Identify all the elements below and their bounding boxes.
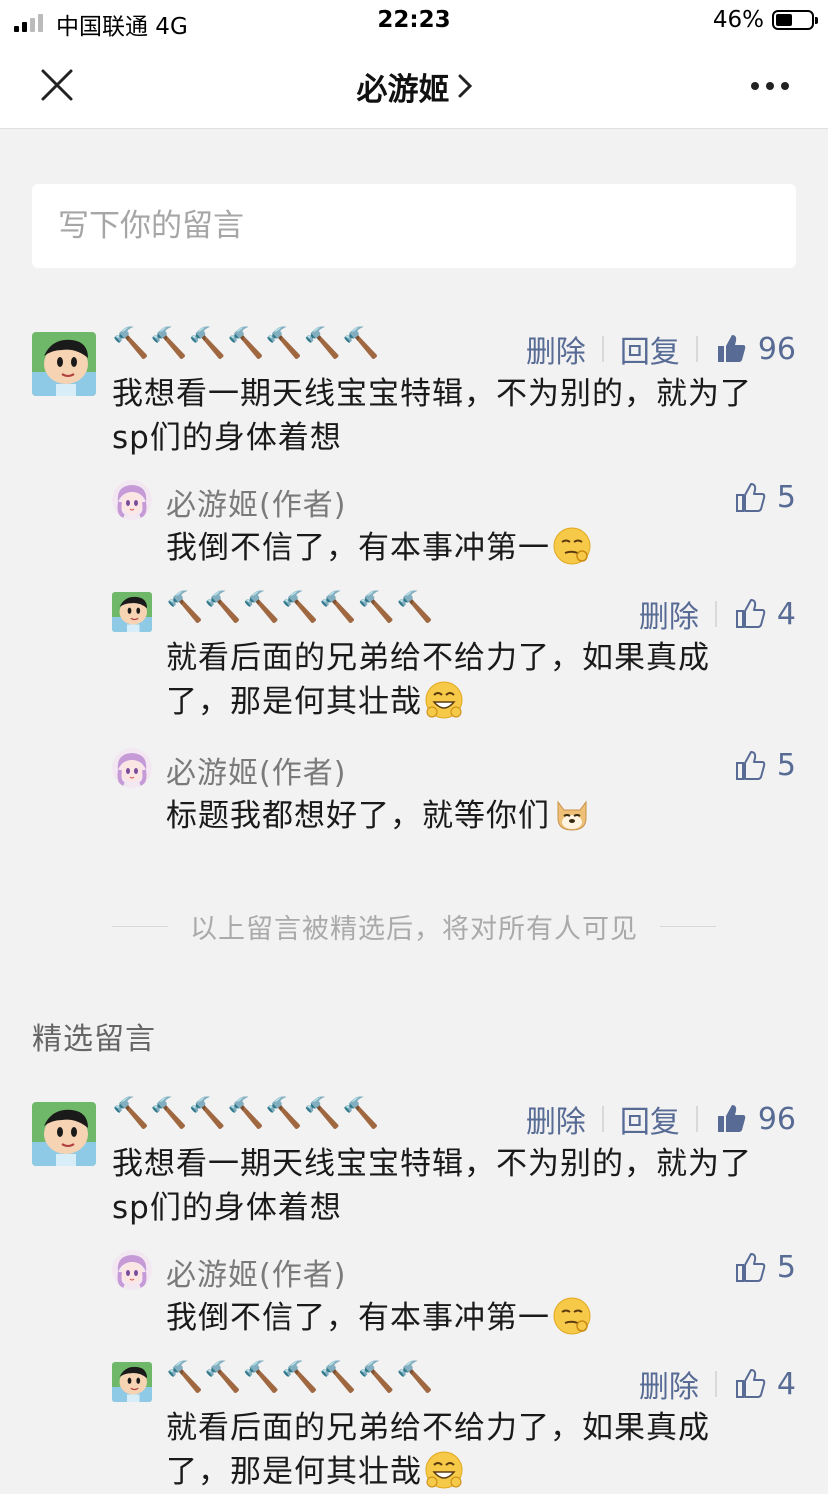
more-icon[interactable] bbox=[750, 74, 790, 98]
author-avatar[interactable] bbox=[112, 748, 152, 788]
like-count: 5 bbox=[776, 480, 796, 515]
reply-nickname: 🔨🔨🔨🔨🔨🔨🔨 bbox=[166, 1360, 435, 1395]
comment-text-line: 我想看一期天线宝宝特辑，不为别的，就为了 bbox=[112, 376, 752, 412]
grin-emoji-icon bbox=[424, 1450, 464, 1490]
like-button[interactable]: 96 bbox=[714, 332, 796, 367]
comment-input-box[interactable] bbox=[32, 184, 796, 268]
delete-button[interactable]: 删除 bbox=[639, 592, 699, 636]
reply-text-line: 就看后面的兄弟给不给力了，如果真成 bbox=[166, 1410, 710, 1446]
nav-bar: 必游姬 bbox=[0, 44, 828, 129]
reply-text-line: 了，那是何其壮哉 bbox=[166, 684, 422, 720]
reply-text-content: 我倒不信了，有本事冲第一 bbox=[166, 1300, 550, 1336]
like-button[interactable]: 5 bbox=[733, 1250, 796, 1285]
comment-text-line: 我想看一期天线宝宝特辑，不为别的，就为了 bbox=[112, 1146, 752, 1182]
comment-nickname: 🔨🔨🔨🔨🔨🔨🔨 bbox=[112, 326, 381, 361]
battery-icon bbox=[772, 10, 818, 30]
comment-actions: 删除 回复 96 bbox=[526, 1097, 796, 1141]
comment-input[interactable] bbox=[32, 184, 758, 268]
reply-text-content: 标题我都想好了，就等你们 bbox=[166, 798, 550, 834]
avatar[interactable] bbox=[32, 1102, 96, 1166]
doge-emoji-icon bbox=[552, 794, 592, 834]
smirk-emoji-icon bbox=[552, 526, 592, 566]
reply-text: 我倒不信了，有本事冲第一 bbox=[166, 526, 592, 570]
avatar[interactable] bbox=[32, 332, 96, 396]
like-button[interactable]: 96 bbox=[714, 1102, 796, 1137]
thumbs-up-icon bbox=[714, 1102, 748, 1136]
reply-nickname: 必游姬(作者) bbox=[166, 1258, 347, 1293]
reply-text: 标题我都想好了，就等你们 bbox=[166, 794, 592, 838]
like-count: 96 bbox=[757, 1101, 796, 1137]
like-count: 4 bbox=[776, 1366, 796, 1402]
thumbs-up-icon bbox=[733, 1251, 767, 1285]
battery-percent: 46% bbox=[712, 7, 764, 33]
status-bar: 中国联通 4G 22:23 46% bbox=[0, 0, 828, 44]
reply-actions: 删除 4 bbox=[639, 592, 796, 636]
comment-actions: 删除 回复 96 bbox=[526, 327, 796, 371]
thumbs-up-icon bbox=[733, 597, 767, 631]
comment-text: 我想看一期天线宝宝特辑，不为别的，就为了 sp们的身体着想 bbox=[112, 1142, 812, 1230]
reply-text: 我倒不信了，有本事冲第一 bbox=[166, 1296, 592, 1340]
visibility-notice: 以上留言被精选后，将对所有人可见 bbox=[112, 908, 716, 945]
reply-actions: 5 bbox=[733, 748, 796, 783]
reply-actions: 删除 4 bbox=[639, 1362, 796, 1406]
author-avatar[interactable] bbox=[112, 480, 152, 520]
like-count: 96 bbox=[757, 331, 796, 367]
avatar[interactable] bbox=[112, 1362, 152, 1402]
section-title: 精选留言 bbox=[32, 1022, 156, 1057]
clock: 22:23 bbox=[377, 7, 451, 33]
chevron-right-icon bbox=[458, 74, 472, 98]
reply-button[interactable]: 回复 bbox=[620, 327, 680, 371]
avatar[interactable] bbox=[112, 592, 152, 632]
grin-emoji-icon bbox=[424, 680, 464, 720]
thumbs-up-icon bbox=[733, 749, 767, 783]
delete-button[interactable]: 删除 bbox=[526, 1097, 586, 1141]
like-button[interactable]: 4 bbox=[733, 597, 796, 632]
thumbs-up-icon bbox=[733, 1367, 767, 1401]
reply-text: 就看后面的兄弟给不给力了，如果真成 了，那是何其壮哉 bbox=[166, 1406, 786, 1494]
reply-nickname: 必游姬(作者) bbox=[166, 756, 347, 791]
like-count: 5 bbox=[776, 748, 796, 783]
page-title[interactable]: 必游姬 bbox=[0, 64, 828, 109]
page-title-text: 必游姬 bbox=[356, 72, 450, 108]
like-count: 4 bbox=[776, 596, 796, 632]
reply-actions: 5 bbox=[733, 480, 796, 515]
thumbs-up-icon bbox=[714, 332, 748, 366]
reply-button[interactable]: 回复 bbox=[620, 1097, 680, 1141]
reply-text-line: 了，那是何其壮哉 bbox=[166, 1454, 422, 1490]
comment-text-line: sp们的身体着想 bbox=[112, 1190, 342, 1226]
smirk-emoji-icon bbox=[552, 1296, 592, 1336]
delete-button[interactable]: 删除 bbox=[639, 1362, 699, 1406]
reply-text: 就看后面的兄弟给不给力了，如果真成 了，那是何其壮哉 bbox=[166, 636, 786, 724]
reply-text-content: 我倒不信了，有本事冲第一 bbox=[166, 530, 550, 566]
reply-nickname: 必游姬(作者) bbox=[166, 488, 347, 523]
reply-text-line: 就看后面的兄弟给不给力了，如果真成 bbox=[166, 640, 710, 676]
like-count: 5 bbox=[776, 1250, 796, 1285]
author-avatar[interactable] bbox=[112, 1250, 152, 1290]
like-button[interactable]: 5 bbox=[733, 480, 796, 515]
like-button[interactable]: 5 bbox=[733, 748, 796, 783]
reply-actions: 5 bbox=[733, 1250, 796, 1285]
visibility-notice-text: 以上留言被精选后，将对所有人可见 bbox=[190, 913, 638, 945]
comment-text: 我想看一期天线宝宝特辑，不为别的，就为了 sp们的身体着想 bbox=[112, 372, 812, 460]
comment-nickname: 🔨🔨🔨🔨🔨🔨🔨 bbox=[112, 1096, 381, 1131]
thumbs-up-icon bbox=[733, 481, 767, 515]
reply-nickname: 🔨🔨🔨🔨🔨🔨🔨 bbox=[166, 590, 435, 625]
like-button[interactable]: 4 bbox=[733, 1367, 796, 1402]
comment-text-line: sp们的身体着想 bbox=[112, 420, 342, 456]
delete-button[interactable]: 删除 bbox=[526, 327, 586, 371]
